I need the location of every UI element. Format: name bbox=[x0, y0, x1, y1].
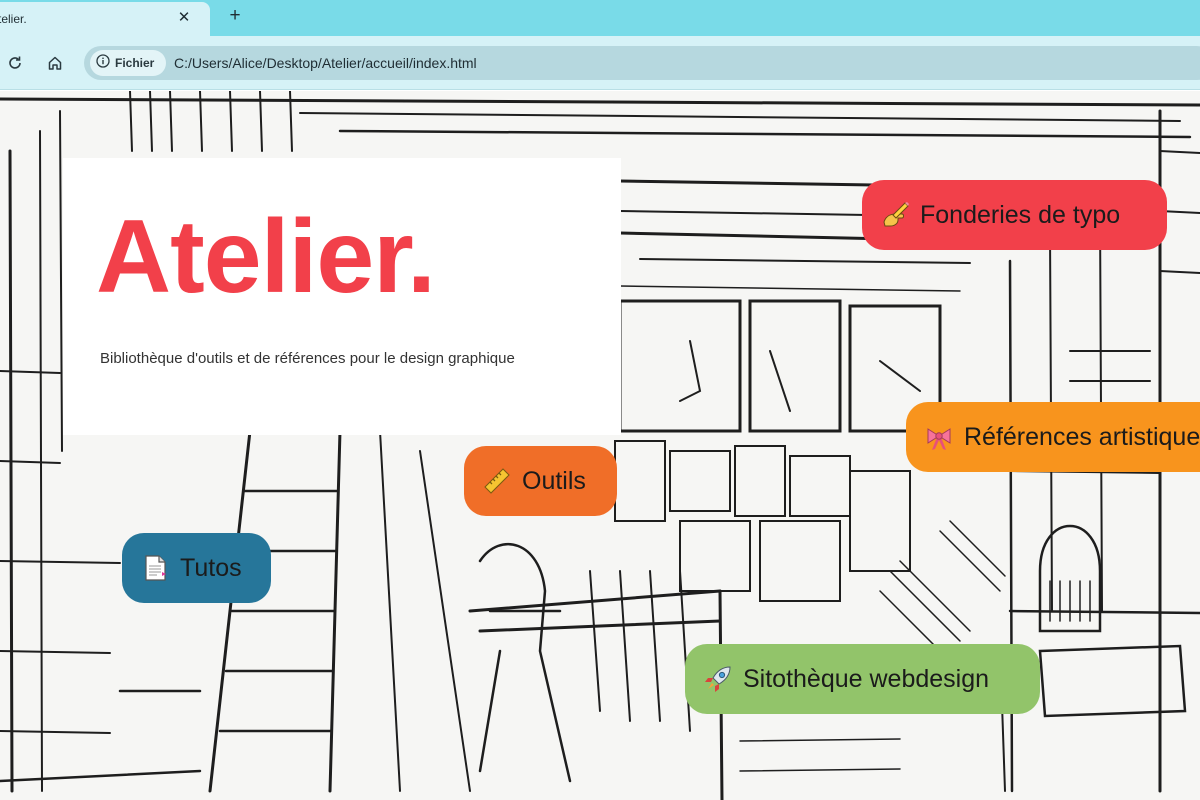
url-text[interactable]: C:/Users/Alice/Desktop/Atelier/accueil/i… bbox=[174, 55, 477, 71]
hero-card: Atelier. Bibliothèque d'outils et de réf… bbox=[63, 158, 621, 435]
outils-label: Outils bbox=[522, 466, 586, 495]
ribbon-icon bbox=[924, 422, 954, 452]
fonderies-label: Fonderies de typo bbox=[920, 200, 1121, 229]
home-icon[interactable] bbox=[43, 51, 67, 75]
site-subtitle: Bibliothèque d'outils et de références p… bbox=[100, 350, 515, 367]
tab-title: telier. bbox=[0, 12, 27, 26]
site-title: Atelier. bbox=[96, 199, 436, 315]
tab-bar: telier. ✕ + bbox=[0, 0, 1200, 36]
outils-link[interactable]: Outils bbox=[464, 446, 617, 516]
tutos-label: Tutos bbox=[180, 553, 242, 582]
sitotheque-webdesign-link[interactable]: Sitothèque webdesign bbox=[685, 644, 1040, 714]
tutos-link[interactable]: Tutos bbox=[122, 533, 271, 603]
site-chip-label: Fichier bbox=[115, 56, 155, 70]
site-info-chip[interactable]: Fichier bbox=[90, 50, 166, 76]
reload-icon[interactable] bbox=[3, 51, 27, 75]
page-icon bbox=[140, 553, 170, 583]
active-tab[interactable]: telier. ✕ bbox=[0, 2, 210, 36]
rocket-icon bbox=[703, 664, 733, 694]
ruler-icon bbox=[482, 466, 512, 496]
writing-hand-icon bbox=[880, 200, 910, 230]
address-bar[interactable]: Fichier C:/Users/Alice/Desktop/Atelier/a… bbox=[84, 46, 1200, 80]
references-artistiques-link[interactable]: Références artistiques bbox=[906, 402, 1200, 472]
references-label: Références artistiques bbox=[964, 422, 1200, 451]
sitotheque-label: Sitothèque webdesign bbox=[743, 664, 990, 693]
fonderies-de-typo-link[interactable]: Fonderies de typo bbox=[862, 180, 1167, 250]
info-icon bbox=[96, 53, 110, 73]
page-viewport: Atelier. Bibliothèque d'outils et de réf… bbox=[0, 91, 1200, 800]
close-tab-icon[interactable]: ✕ bbox=[174, 8, 194, 28]
browser-toolbar: Fichier C:/Users/Alice/Desktop/Atelier/a… bbox=[0, 36, 1200, 90]
new-tab-button[interactable]: + bbox=[224, 5, 246, 27]
